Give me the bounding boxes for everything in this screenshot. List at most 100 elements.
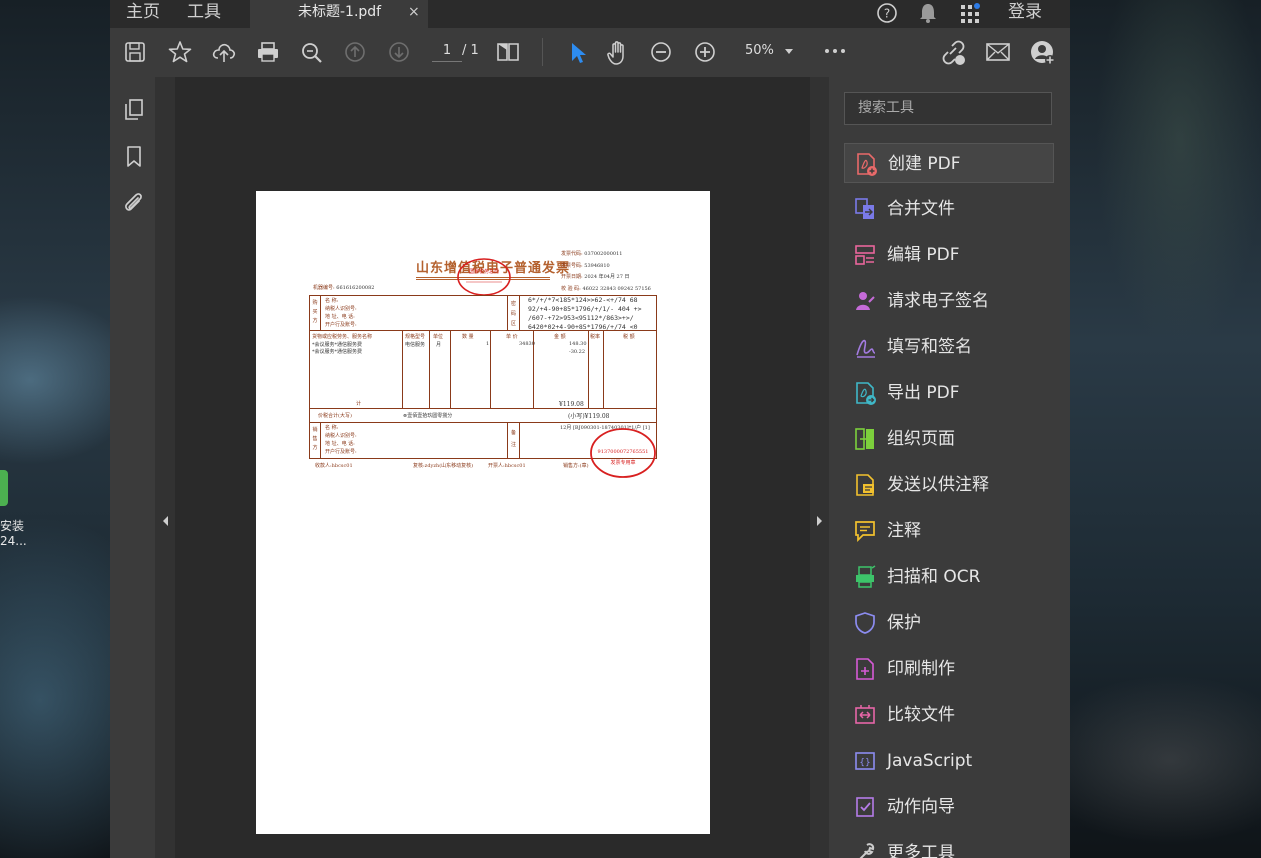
page-total-label: / 1 (462, 43, 479, 58)
tool-item-send-comments[interactable]: 发送以供注释 (844, 465, 1054, 505)
previous-page-icon[interactable] (344, 41, 366, 63)
notification-bell-icon[interactable] (918, 2, 938, 24)
remark-label: 备 注 (510, 430, 516, 448)
zoom-in-icon[interactable] (694, 41, 716, 63)
zoom-level-select[interactable]: 50% (745, 43, 774, 58)
desktop-icon-label[interactable]: 安装 (0, 517, 24, 534)
cipher-line-3: /607-+72>953<95112*/863>+>/ (528, 314, 634, 322)
table-vline-remark-2 (519, 422, 520, 459)
table-vline-seller (320, 422, 321, 459)
tool-item-protect[interactable]: 保护 (844, 603, 1054, 643)
document-view[interactable]: 山东增值税电子普通发票 国家税务总局 发票代码: 037002000011 发票… (155, 77, 853, 858)
javascript-icon: {} (855, 752, 875, 770)
zoom-out-icon[interactable] (650, 41, 672, 63)
left-panel-toggle[interactable] (155, 77, 175, 858)
more-options-icon[interactable] (824, 48, 846, 54)
tool-item-javascript[interactable]: {} JavaScript (844, 741, 1054, 781)
help-icon[interactable]: ? (876, 2, 898, 24)
add-user-icon[interactable] (1030, 40, 1056, 66)
tools-pane: 搜索工具 创建 PDF 合并文件编辑 PDF 请求电子签名填写和签名导出 PDF 组织… (829, 77, 1070, 858)
page-number-input[interactable]: 1 (432, 41, 462, 62)
expand-right-icon (817, 516, 822, 526)
tool-item-label: 组织页面 (887, 429, 955, 449)
tool-item-organize-pages[interactable]: 组织页面 (844, 419, 1054, 459)
item-2-name: *会议服务*通信服务费 (312, 349, 363, 355)
tool-item-scan-ocr[interactable]: 扫描和 OCR (844, 557, 1054, 597)
date-value: 2024 年04月 27 日 (584, 274, 630, 280)
col-price: 单 价 (506, 334, 518, 340)
select-cursor-icon[interactable] (568, 41, 588, 65)
seller-row-4: 开户行及账号: (325, 449, 357, 455)
tool-item-label: 发送以供注释 (887, 475, 989, 495)
document-tab[interactable]: 未标题-1.pdf × (250, 0, 428, 28)
buyer-side-label: 购 买 方 (312, 300, 318, 324)
next-page-icon[interactable] (388, 41, 410, 63)
acrobat-window: 主页 工具 未标题-1.pdf × ? 登录 1 / 1 50% 山东增值税电子… (110, 0, 1070, 858)
toolbar-divider (542, 38, 543, 66)
invoice: 山东增值税电子普通发票 国家税务总局 发票代码: 037002000011 发票… (256, 191, 710, 834)
create-pdf-icon (857, 153, 877, 176)
compare-files-icon (855, 705, 875, 724)
tool-item-label: 编辑 PDF (887, 245, 960, 265)
desktop-app-icon[interactable] (0, 470, 8, 506)
table-vline-2 (402, 330, 403, 408)
pdf-page: 山东增值税电子普通发票 国家税务总局 发票代码: 037002000011 发票… (256, 191, 710, 834)
tool-item-print-production[interactable]: 印刷制作 (844, 649, 1054, 689)
tool-item-edit-pdf[interactable]: 编辑 PDF (844, 235, 1054, 275)
item-1-name: *会议服务*通信服务费 (312, 342, 363, 348)
page-thumbnails-icon[interactable] (123, 98, 145, 122)
check-value: 46022 32843 09242 57156 (582, 286, 651, 292)
hand-tool-icon[interactable] (606, 40, 630, 66)
table-line-3 (309, 422, 657, 423)
check-label: 校 验 码: (561, 286, 581, 292)
buyer-row-1: 名 称: (325, 298, 339, 304)
item-1-unit: 月 (436, 342, 442, 348)
close-tab-icon[interactable]: × (408, 0, 420, 24)
col-rate: 税率 (590, 334, 601, 340)
email-icon[interactable] (986, 43, 1010, 61)
tool-item-label: 保护 (887, 613, 921, 633)
tools-search-input[interactable]: 搜索工具 (844, 92, 1052, 125)
col-tax: 税 额 (623, 334, 635, 340)
seller-mark: 销售方:(章) (563, 463, 589, 469)
tool-item-fill-sign[interactable]: 填写和签名 (844, 327, 1054, 367)
page-display-icon[interactable] (496, 41, 520, 63)
tool-item-combine-files[interactable]: 合并文件 (844, 189, 1054, 229)
tool-item-more-tools[interactable]: 更多工具 (844, 833, 1054, 858)
apps-grid-icon[interactable] (960, 2, 982, 24)
tools-tab[interactable]: 工具 (187, 0, 221, 28)
cipher-label: 密 码 区 (510, 301, 516, 327)
tool-item-comment[interactable]: 注释 (844, 511, 1054, 551)
title-bar: 主页 工具 未标题-1.pdf × ? 登录 (110, 0, 1070, 28)
desktop-icon-label-2[interactable]: 24... (0, 534, 27, 548)
table-vline-4 (450, 330, 451, 408)
print-icon[interactable] (256, 41, 280, 63)
tool-item-label: 填写和签名 (887, 337, 972, 357)
bookmarks-icon[interactable] (125, 145, 143, 169)
tool-item-export-pdf[interactable]: 导出 PDF (844, 373, 1054, 413)
tool-item-request-esign[interactable]: 请求电子签名 (844, 281, 1054, 321)
upload-cloud-icon[interactable] (212, 41, 236, 63)
tool-item-label: 更多工具 (887, 843, 955, 858)
login-button[interactable]: 登录 (1008, 0, 1042, 28)
combine-files-icon (855, 198, 874, 219)
tool-item-compare-files[interactable]: 比较文件 (844, 695, 1054, 735)
chevron-down-icon[interactable] (784, 48, 794, 56)
share-link-icon[interactable] (940, 40, 966, 66)
total-words: ⊗壹佰壹拾玖圆零捌分 (403, 413, 453, 419)
machine-label: 机器编号: (313, 285, 335, 291)
attachments-icon[interactable] (122, 191, 146, 217)
tool-item-create-pdf[interactable]: 创建 PDF (844, 143, 1054, 183)
tool-item-label: 注释 (887, 521, 921, 541)
fill-sign-icon (856, 339, 876, 358)
bookmark-star-icon[interactable] (168, 41, 192, 63)
tool-item-action-wizard[interactable]: 动作向导 (844, 787, 1054, 827)
total-label: 计 (356, 401, 362, 407)
save-icon[interactable] (124, 41, 146, 63)
zoom-search-icon[interactable] (300, 41, 324, 65)
total-amount: ¥119.08 (559, 401, 584, 408)
number-value: 53946810 (584, 263, 610, 269)
right-panel-toggle[interactable] (810, 77, 830, 858)
svg-text:?: ? (884, 7, 890, 21)
home-tab[interactable]: 主页 (126, 0, 160, 28)
